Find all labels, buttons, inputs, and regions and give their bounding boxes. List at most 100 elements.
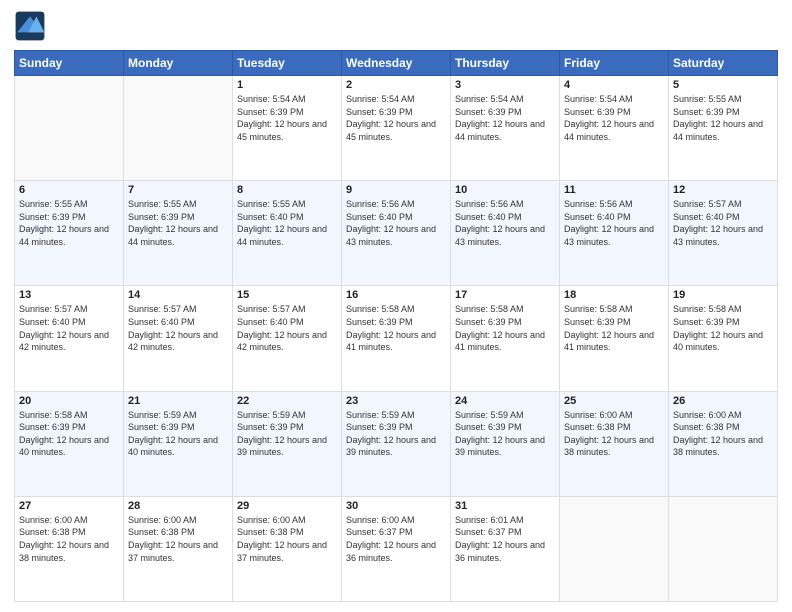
calendar-cell: 21 Sunrise: 5:59 AMSunset: 6:39 PMDayligh…	[124, 391, 233, 496]
calendar-cell: 20 Sunrise: 5:58 AMSunset: 6:39 PMDayligh…	[15, 391, 124, 496]
day-number: 26	[673, 395, 773, 407]
day-number: 29	[237, 500, 337, 512]
day-header-thursday: Thursday	[451, 51, 560, 76]
day-info: Sunrise: 5:58 AMSunset: 6:39 PMDaylight:…	[673, 303, 773, 353]
calendar: SundayMondayTuesdayWednesdayThursdayFrid…	[14, 50, 778, 602]
day-header-tuesday: Tuesday	[233, 51, 342, 76]
day-number: 14	[128, 289, 228, 301]
day-info: Sunrise: 6:00 AMSunset: 6:38 PMDaylight:…	[19, 514, 119, 564]
page: SundayMondayTuesdayWednesdayThursdayFrid…	[0, 0, 792, 612]
calendar-cell: 18 Sunrise: 5:58 AMSunset: 6:39 PMDayligh…	[560, 286, 669, 391]
calendar-cell: 12 Sunrise: 5:57 AMSunset: 6:40 PMDayligh…	[669, 181, 778, 286]
day-number: 7	[128, 184, 228, 196]
calendar-cell: 19 Sunrise: 5:58 AMSunset: 6:39 PMDayligh…	[669, 286, 778, 391]
day-number: 10	[455, 184, 555, 196]
calendar-week-row: 27 Sunrise: 6:00 AMSunset: 6:38 PMDayligh…	[15, 496, 778, 601]
header	[14, 10, 778, 42]
logo	[14, 10, 50, 42]
calendar-cell	[15, 76, 124, 181]
day-number: 12	[673, 184, 773, 196]
day-info: Sunrise: 5:55 AMSunset: 6:40 PMDaylight:…	[237, 198, 337, 248]
day-info: Sunrise: 5:59 AMSunset: 6:39 PMDaylight:…	[346, 409, 446, 459]
day-info: Sunrise: 6:01 AMSunset: 6:37 PMDaylight:…	[455, 514, 555, 564]
day-number: 19	[673, 289, 773, 301]
calendar-cell: 10 Sunrise: 5:56 AMSunset: 6:40 PMDayligh…	[451, 181, 560, 286]
calendar-week-row: 6 Sunrise: 5:55 AMSunset: 6:39 PMDaylight…	[15, 181, 778, 286]
calendar-cell: 17Sunrise: 5:58 AMSunset: 6:39 PMDayligh…	[451, 286, 560, 391]
day-info: Sunrise: 5:59 AMSunset: 6:39 PMDaylight:…	[128, 409, 228, 459]
day-info: Sunrise: 6:00 AMSunset: 6:38 PMDaylight:…	[673, 409, 773, 459]
day-number: 22	[237, 395, 337, 407]
day-number: 31	[455, 500, 555, 512]
day-number: 28	[128, 500, 228, 512]
day-info: Sunrise: 5:56 AMSunset: 6:40 PMDaylight:…	[346, 198, 446, 248]
calendar-cell: 2Sunrise: 5:54 AMSunset: 6:39 PMDaylight…	[342, 76, 451, 181]
day-header-sunday: Sunday	[15, 51, 124, 76]
day-number: 8	[237, 184, 337, 196]
calendar-week-row: 1Sunrise: 5:54 AMSunset: 6:39 PMDaylight…	[15, 76, 778, 181]
calendar-cell: 31 Sunrise: 6:01 AMSunset: 6:37 PMDayligh…	[451, 496, 560, 601]
calendar-cell: 25 Sunrise: 6:00 AMSunset: 6:38 PMDayligh…	[560, 391, 669, 496]
day-number: 27	[19, 500, 119, 512]
calendar-cell: 8 Sunrise: 5:55 AMSunset: 6:40 PMDaylight…	[233, 181, 342, 286]
day-info: Sunrise: 6:00 AMSunset: 6:38 PMDaylight:…	[564, 409, 664, 459]
calendar-cell: 6 Sunrise: 5:55 AMSunset: 6:39 PMDaylight…	[15, 181, 124, 286]
calendar-cell	[124, 76, 233, 181]
day-number: 25	[564, 395, 664, 407]
calendar-cell: 29Sunrise: 6:00 AMSunset: 6:38 PMDayligh…	[233, 496, 342, 601]
calendar-cell: 23 Sunrise: 5:59 AMSunset: 6:39 PMDayligh…	[342, 391, 451, 496]
calendar-week-row: 20 Sunrise: 5:58 AMSunset: 6:39 PMDayligh…	[15, 391, 778, 496]
day-header-saturday: Saturday	[669, 51, 778, 76]
day-number: 6	[19, 184, 119, 196]
calendar-cell: 5Sunrise: 5:55 AMSunset: 6:39 PMDaylight…	[669, 76, 778, 181]
day-number: 11	[564, 184, 664, 196]
day-info: Sunrise: 6:00 AMSunset: 6:37 PMDaylight:…	[346, 514, 446, 564]
day-number: 15	[237, 289, 337, 301]
day-info: Sunrise: 5:58 AMSunset: 6:39 PMDaylight:…	[19, 409, 119, 459]
day-info: Sunrise: 5:55 AMSunset: 6:39 PMDaylight:…	[19, 198, 119, 248]
day-info: Sunrise: 5:57 AMSunset: 6:40 PMDaylight:…	[237, 303, 337, 353]
day-number: 9	[346, 184, 446, 196]
day-info: Sunrise: 5:54 AMSunset: 6:39 PMDaylight:…	[237, 93, 337, 143]
day-number: 17	[455, 289, 555, 301]
calendar-cell: 9 Sunrise: 5:56 AMSunset: 6:40 PMDaylight…	[342, 181, 451, 286]
calendar-cell: 26 Sunrise: 6:00 AMSunset: 6:38 PMDayligh…	[669, 391, 778, 496]
day-number: 16	[346, 289, 446, 301]
calendar-cell: 1Sunrise: 5:54 AMSunset: 6:39 PMDaylight…	[233, 76, 342, 181]
day-info: Sunrise: 5:58 AMSunset: 6:39 PMDaylight:…	[346, 303, 446, 353]
day-number: 13	[19, 289, 119, 301]
calendar-cell: 22Sunrise: 5:59 AMSunset: 6:39 PMDayligh…	[233, 391, 342, 496]
calendar-cell: 30 Sunrise: 6:00 AMSunset: 6:37 PMDayligh…	[342, 496, 451, 601]
day-number: 20	[19, 395, 119, 407]
day-info: Sunrise: 5:57 AMSunset: 6:40 PMDaylight:…	[19, 303, 119, 353]
day-number: 18	[564, 289, 664, 301]
calendar-header-row: SundayMondayTuesdayWednesdayThursdayFrid…	[15, 51, 778, 76]
day-info: Sunrise: 5:54 AMSunset: 6:39 PMDaylight:…	[455, 93, 555, 143]
day-number: 21	[128, 395, 228, 407]
day-info: Sunrise: 5:58 AMSunset: 6:39 PMDaylight:…	[564, 303, 664, 353]
calendar-cell: 28 Sunrise: 6:00 AMSunset: 6:38 PMDayligh…	[124, 496, 233, 601]
day-header-friday: Friday	[560, 51, 669, 76]
day-header-wednesday: Wednesday	[342, 51, 451, 76]
day-number: 30	[346, 500, 446, 512]
day-info: Sunrise: 5:54 AMSunset: 6:39 PMDaylight:…	[346, 93, 446, 143]
calendar-cell: 16 Sunrise: 5:58 AMSunset: 6:39 PMDayligh…	[342, 286, 451, 391]
day-number: 24	[455, 395, 555, 407]
day-number: 23	[346, 395, 446, 407]
calendar-cell: 7 Sunrise: 5:55 AMSunset: 6:39 PMDaylight…	[124, 181, 233, 286]
calendar-cell: 4 Sunrise: 5:54 AMSunset: 6:39 PMDaylight…	[560, 76, 669, 181]
day-header-monday: Monday	[124, 51, 233, 76]
day-info: Sunrise: 5:54 AMSunset: 6:39 PMDaylight:…	[564, 93, 664, 143]
calendar-cell: 14Sunrise: 5:57 AMSunset: 6:40 PMDayligh…	[124, 286, 233, 391]
day-number: 4	[564, 79, 664, 91]
calendar-cell: 27 Sunrise: 6:00 AMSunset: 6:38 PMDayligh…	[15, 496, 124, 601]
day-info: Sunrise: 5:55 AMSunset: 6:39 PMDaylight:…	[128, 198, 228, 248]
day-number: 5	[673, 79, 773, 91]
calendar-cell	[669, 496, 778, 601]
day-info: Sunrise: 5:56 AMSunset: 6:40 PMDaylight:…	[455, 198, 555, 248]
calendar-cell: 3Sunrise: 5:54 AMSunset: 6:39 PMDaylight…	[451, 76, 560, 181]
day-info: Sunrise: 5:59 AMSunset: 6:39 PMDaylight:…	[455, 409, 555, 459]
day-info: Sunrise: 6:00 AMSunset: 6:38 PMDaylight:…	[128, 514, 228, 564]
day-info: Sunrise: 5:57 AMSunset: 6:40 PMDaylight:…	[673, 198, 773, 248]
day-info: Sunrise: 5:56 AMSunset: 6:40 PMDaylight:…	[564, 198, 664, 248]
